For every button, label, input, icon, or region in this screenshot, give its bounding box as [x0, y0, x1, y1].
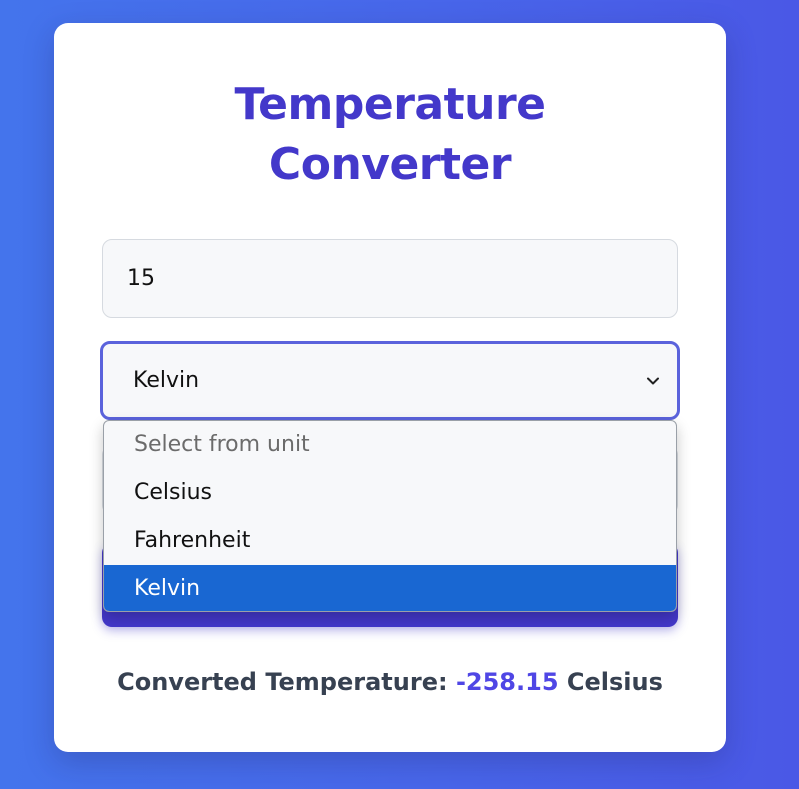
page-title: Temperature Converter	[54, 75, 726, 195]
from-unit-select[interactable]: Kelvin	[100, 341, 680, 420]
title-line-1: Temperature	[234, 79, 547, 130]
converter-card: Temperature Converter Kelvin Select from…	[54, 23, 726, 752]
from-unit-selected-value: Kelvin	[133, 368, 200, 393]
option-celsius[interactable]: Celsius	[104, 469, 676, 517]
result-value: -258.15	[455, 668, 559, 696]
result-label: Converted Temperature:	[117, 668, 448, 696]
temperature-value-input[interactable]	[102, 239, 678, 318]
title-line-2: Converter	[268, 139, 512, 190]
option-select-from-unit[interactable]: Select from unit	[104, 421, 676, 469]
conversion-result: Converted Temperature: -258.15 Celsius	[54, 665, 726, 699]
option-kelvin[interactable]: Kelvin	[104, 565, 676, 611]
result-unit: Celsius	[566, 668, 663, 696]
option-fahrenheit[interactable]: Fahrenheit	[104, 517, 676, 565]
chevron-down-icon	[643, 371, 663, 391]
from-unit-dropdown: Select from unit Celsius Fahrenheit Kelv…	[103, 420, 677, 612]
